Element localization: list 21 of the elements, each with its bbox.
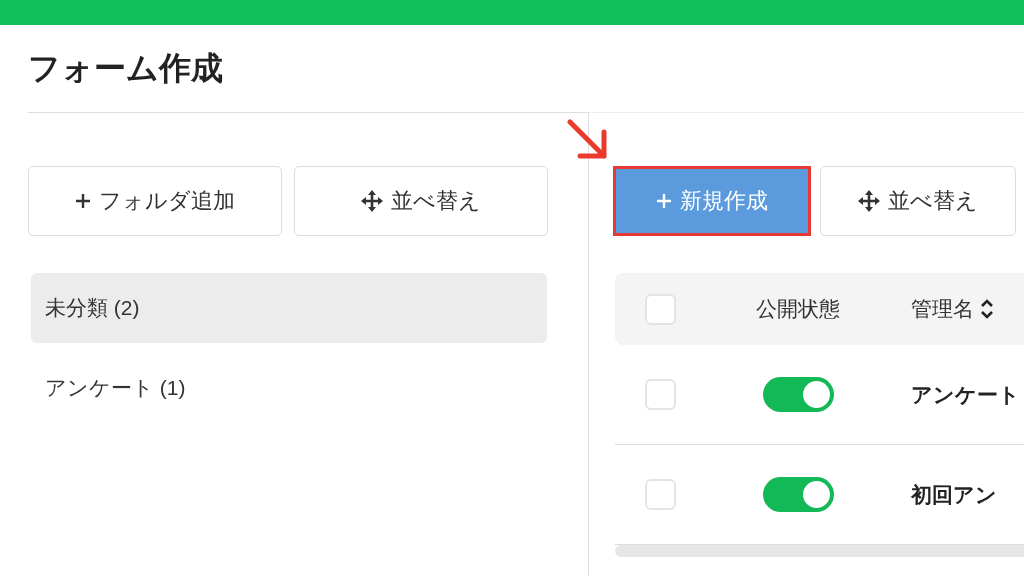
annotation-arrow <box>567 119 609 161</box>
sort-button[interactable]: 並べ替え <box>820 166 1016 236</box>
folder-item[interactable]: アンケート (1) <box>31 353 547 423</box>
page-title: フォーム作成 <box>27 48 224 88</box>
checkbox[interactable] <box>645 479 676 510</box>
sort-button[interactable]: 並べ替え <box>294 166 548 236</box>
checkbox[interactable] <box>645 379 676 410</box>
toggle-switch[interactable] <box>762 477 834 512</box>
move-icon <box>858 190 880 212</box>
folder-item[interactable]: 未分類 (2) <box>31 273 547 343</box>
add-button[interactable]: フォルダ追加 <box>28 166 282 236</box>
plus-icon <box>656 193 672 209</box>
form-name: 初回アン <box>911 481 997 508</box>
toggle-switch[interactable] <box>762 377 834 412</box>
plus-icon <box>75 193 91 209</box>
form-name: アンケート <box>911 381 1020 408</box>
sort-icon[interactable] <box>980 298 994 320</box>
checkbox[interactable] <box>645 293 676 325</box>
column-header: 公開状態 <box>756 296 840 322</box>
column-header[interactable]: 管理名 <box>911 295 974 323</box>
move-icon <box>361 190 383 212</box>
